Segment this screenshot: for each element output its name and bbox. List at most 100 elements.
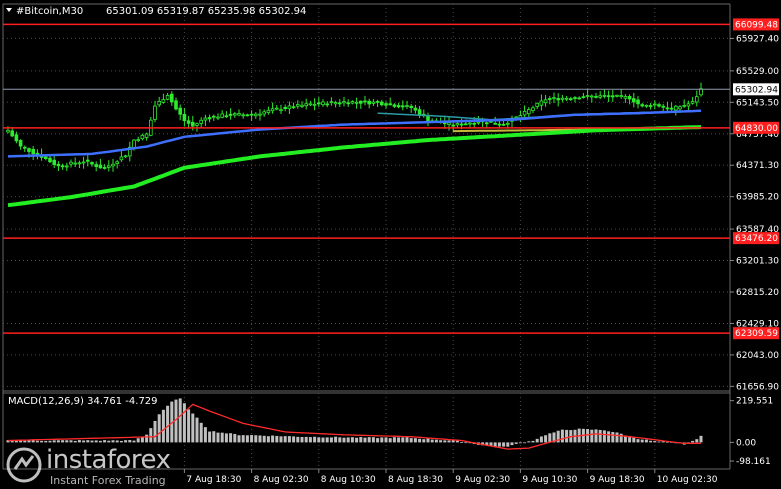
chart-canvas: 65927.4065529.0065143.5064757.4064371.30… — [0, 0, 781, 489]
candle-bear — [632, 98, 636, 103]
time-tick-label: 9 Aug 18:30 — [590, 475, 645, 485]
candle-bear — [31, 148, 35, 155]
candle-bear — [384, 103, 388, 106]
candle-bear — [90, 161, 94, 165]
price-level-label: 66099.48 — [735, 20, 778, 30]
candle-bear — [640, 104, 644, 107]
macd-bar — [266, 436, 270, 443]
macd-bar — [300, 436, 304, 443]
macd-bar — [208, 431, 212, 443]
macd-tick-label: 0.00 — [736, 438, 756, 448]
candle-bull — [115, 161, 120, 165]
candle-bear — [497, 123, 502, 126]
candle-bull — [371, 101, 376, 104]
candle-bear — [548, 98, 552, 100]
macd-bar — [632, 437, 636, 443]
candle-bear — [56, 163, 61, 167]
macd-bar — [560, 429, 564, 443]
macd-bar — [166, 405, 170, 443]
macd-bar — [346, 437, 350, 443]
macd-bar — [430, 439, 434, 443]
macd-bar — [405, 437, 409, 443]
macd-bar — [216, 432, 220, 443]
macd-bar — [258, 435, 262, 443]
macd-bar — [338, 437, 342, 443]
candle-bear — [102, 167, 107, 169]
candle-bear — [484, 122, 489, 125]
macd-bar — [506, 442, 510, 447]
macd-label: MACD(12,26,9) 34.761 -4.729 — [8, 396, 158, 407]
candle-bear — [178, 107, 183, 115]
macd-bar — [254, 435, 258, 443]
macd-bar — [367, 437, 371, 443]
candle-bull — [266, 109, 271, 114]
candle-bear — [94, 164, 99, 167]
macd-bar — [397, 437, 401, 443]
candle-bull — [531, 107, 535, 111]
candle-bull — [232, 113, 237, 116]
macd-bar — [317, 437, 321, 443]
candle-bull — [69, 161, 73, 165]
candle-bear — [211, 115, 216, 118]
macd-bar — [644, 439, 648, 443]
macd-bar — [464, 442, 468, 444]
macd-bar — [443, 440, 447, 443]
candle-bear — [174, 100, 178, 110]
candle-bull — [220, 113, 225, 118]
macd-bar — [699, 435, 703, 443]
macd-bar — [586, 429, 590, 443]
macd-bar — [640, 439, 644, 443]
candle-bull — [619, 95, 623, 97]
macd-bar — [363, 437, 367, 443]
macd-bar — [657, 441, 661, 443]
candle-bear — [190, 121, 195, 127]
macd-bar — [422, 439, 426, 443]
candle-bear — [577, 97, 581, 100]
macd-bar — [136, 438, 140, 443]
candle-bear — [392, 104, 397, 107]
candle-bull — [274, 107, 279, 110]
macd-bar — [283, 436, 287, 443]
candle-bull — [119, 156, 124, 161]
macd-bar — [523, 442, 527, 444]
candle-bull — [468, 122, 472, 125]
candle-bear — [44, 156, 48, 160]
candle-bull — [590, 95, 594, 98]
candle-bear — [400, 105, 405, 108]
macd-bar — [392, 437, 396, 443]
macd-bar — [245, 435, 249, 443]
candle-bull — [505, 122, 510, 125]
candle-bull — [195, 123, 199, 126]
candle-bull — [107, 165, 111, 168]
candle-bear — [594, 95, 598, 98]
candle-bull — [237, 113, 241, 116]
candle-bear — [375, 100, 380, 103]
candle-bull — [695, 96, 699, 103]
candle-bear — [18, 140, 23, 147]
candle-bull — [279, 109, 283, 112]
candle-bull — [598, 95, 602, 98]
candle-bear — [459, 123, 464, 126]
candle-bear — [409, 105, 413, 108]
candle-bull — [602, 94, 607, 97]
macd-bar — [237, 435, 241, 443]
candle-bull — [455, 123, 460, 126]
candle-bull — [73, 162, 78, 165]
candle-bull — [405, 105, 409, 107]
candle-bear — [501, 123, 506, 126]
price-level-label: 64830.00 — [735, 124, 778, 134]
macd-bar — [447, 440, 451, 443]
macd-bar — [607, 431, 611, 443]
candle-bull — [623, 96, 628, 99]
macd-bar — [615, 432, 619, 443]
macd-bar — [342, 437, 346, 443]
candle-bear — [648, 105, 653, 107]
macd-bar — [212, 431, 216, 443]
price-tick-label: 62815.20 — [736, 288, 779, 298]
candle-bull — [308, 103, 313, 106]
candle-bear — [316, 102, 321, 105]
candle-bear — [249, 113, 254, 116]
candle-bull — [522, 110, 527, 116]
macd-bar — [531, 440, 535, 443]
macd-bar — [649, 440, 653, 443]
